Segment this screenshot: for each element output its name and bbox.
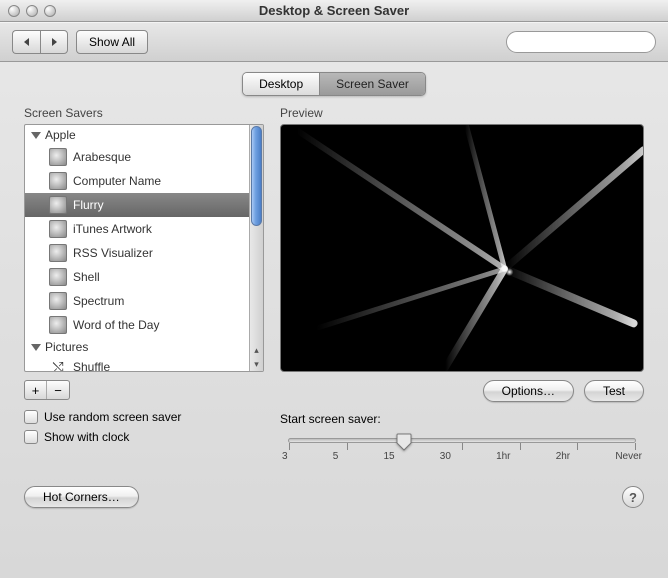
start-delay-slider[interactable] bbox=[280, 432, 644, 443]
screensaver-icon bbox=[49, 172, 67, 190]
slider-tick bbox=[635, 443, 636, 450]
list-group[interactable]: Apple bbox=[25, 125, 249, 145]
slider-tick-label: Never bbox=[615, 451, 642, 462]
screensaver-icon bbox=[49, 292, 67, 310]
screensaver-icon bbox=[49, 268, 67, 286]
list-item[interactable]: iTunes Artwork bbox=[25, 217, 249, 241]
screensaver-list[interactable]: Apple Arabesque Computer Name Flurry iTunes … bbox=[24, 124, 264, 372]
group-label: Apple bbox=[45, 128, 76, 142]
slider-tick bbox=[462, 443, 463, 450]
screensaver-icon bbox=[49, 148, 67, 166]
screensaver-icon bbox=[49, 244, 67, 262]
slider-thumb[interactable] bbox=[396, 433, 412, 451]
scroll-up-button[interactable]: ▴ bbox=[250, 343, 263, 357]
toolbar: Show All bbox=[0, 22, 668, 62]
slider-tick-label: 2hr bbox=[556, 451, 570, 462]
forward-button[interactable] bbox=[40, 30, 68, 54]
scroll-thumb[interactable] bbox=[251, 126, 262, 226]
list-item[interactable]: Spectrum bbox=[25, 289, 249, 313]
screensaver-icon bbox=[49, 196, 67, 214]
item-label: RSS Visualizer bbox=[73, 246, 153, 260]
list-item[interactable]: Flurry bbox=[25, 193, 249, 217]
window-title: Desktop & Screen Saver bbox=[259, 3, 409, 18]
item-label: Word of the Day bbox=[73, 318, 159, 332]
list-item[interactable]: RSS Visualizer bbox=[25, 241, 249, 265]
search-container bbox=[506, 31, 656, 53]
slider-tick-label: 15 bbox=[383, 451, 394, 462]
add-remove-group: + − bbox=[24, 380, 70, 400]
scroll-down-button[interactable]: ▾ bbox=[250, 357, 263, 371]
slider-tick-label: 3 bbox=[282, 451, 288, 462]
window-controls bbox=[8, 5, 56, 17]
item-label: Flurry bbox=[73, 198, 104, 212]
preview-area bbox=[280, 124, 644, 372]
list-group[interactable]: Pictures bbox=[25, 337, 249, 357]
screensavers-label: Screen Savers bbox=[24, 106, 264, 120]
slider-tick bbox=[289, 443, 290, 450]
item-label: iTunes Artwork bbox=[73, 222, 152, 236]
item-label: Shuffle bbox=[73, 360, 110, 371]
tab-screensaver[interactable]: Screen Saver bbox=[319, 73, 425, 95]
slider-tick-label: 30 bbox=[440, 451, 451, 462]
list-item[interactable]: ⤭ Shuffle bbox=[25, 357, 249, 371]
titlebar: Desktop & Screen Saver bbox=[0, 0, 668, 22]
slider-tick bbox=[520, 443, 521, 450]
slider-tick-label: 5 bbox=[333, 451, 339, 462]
item-label: Computer Name bbox=[73, 174, 161, 188]
slider-label: Start screen saver: bbox=[280, 412, 644, 426]
shuffle-icon: ⤭ bbox=[49, 360, 67, 371]
screensaver-icon bbox=[49, 220, 67, 238]
screensaver-icon bbox=[49, 316, 67, 334]
item-label: Shell bbox=[73, 270, 100, 284]
test-button[interactable]: Test bbox=[584, 380, 644, 402]
slider-tick-label: 1hr bbox=[496, 451, 510, 462]
nav-buttons bbox=[12, 30, 68, 54]
clock-checkbox[interactable] bbox=[24, 430, 38, 444]
tabs: Desktop Screen Saver bbox=[0, 72, 668, 96]
minimize-window-button[interactable] bbox=[26, 5, 38, 17]
slider-tick bbox=[347, 443, 348, 450]
search-input[interactable] bbox=[506, 31, 656, 53]
close-window-button[interactable] bbox=[8, 5, 20, 17]
list-item[interactable]: Shell bbox=[25, 265, 249, 289]
scrollbar[interactable]: ▴ ▾ bbox=[249, 125, 263, 371]
list-item[interactable]: Word of the Day bbox=[25, 313, 249, 337]
add-button[interactable]: + bbox=[25, 381, 47, 399]
item-label: Arabesque bbox=[73, 150, 131, 164]
zoom-window-button[interactable] bbox=[44, 5, 56, 17]
list-item[interactable]: Computer Name bbox=[25, 169, 249, 193]
show-all-button[interactable]: Show All bbox=[76, 30, 148, 54]
random-label: Use random screen saver bbox=[44, 410, 181, 424]
random-checkbox[interactable] bbox=[24, 410, 38, 424]
item-label: Spectrum bbox=[73, 294, 124, 308]
remove-button[interactable]: − bbox=[47, 381, 69, 399]
back-button[interactable] bbox=[12, 30, 40, 54]
preview-label: Preview bbox=[280, 106, 644, 120]
options-button[interactable]: Options… bbox=[483, 380, 574, 402]
flurry-preview bbox=[281, 125, 643, 371]
clock-label: Show with clock bbox=[44, 430, 129, 444]
help-button[interactable]: ? bbox=[622, 486, 644, 508]
disclosure-triangle-icon[interactable] bbox=[31, 132, 41, 139]
group-label: Pictures bbox=[45, 340, 88, 354]
slider-tick bbox=[577, 443, 578, 450]
tab-desktop[interactable]: Desktop bbox=[243, 73, 319, 95]
disclosure-triangle-icon[interactable] bbox=[31, 344, 41, 351]
hot-corners-button[interactable]: Hot Corners… bbox=[24, 486, 139, 508]
list-item[interactable]: Arabesque bbox=[25, 145, 249, 169]
